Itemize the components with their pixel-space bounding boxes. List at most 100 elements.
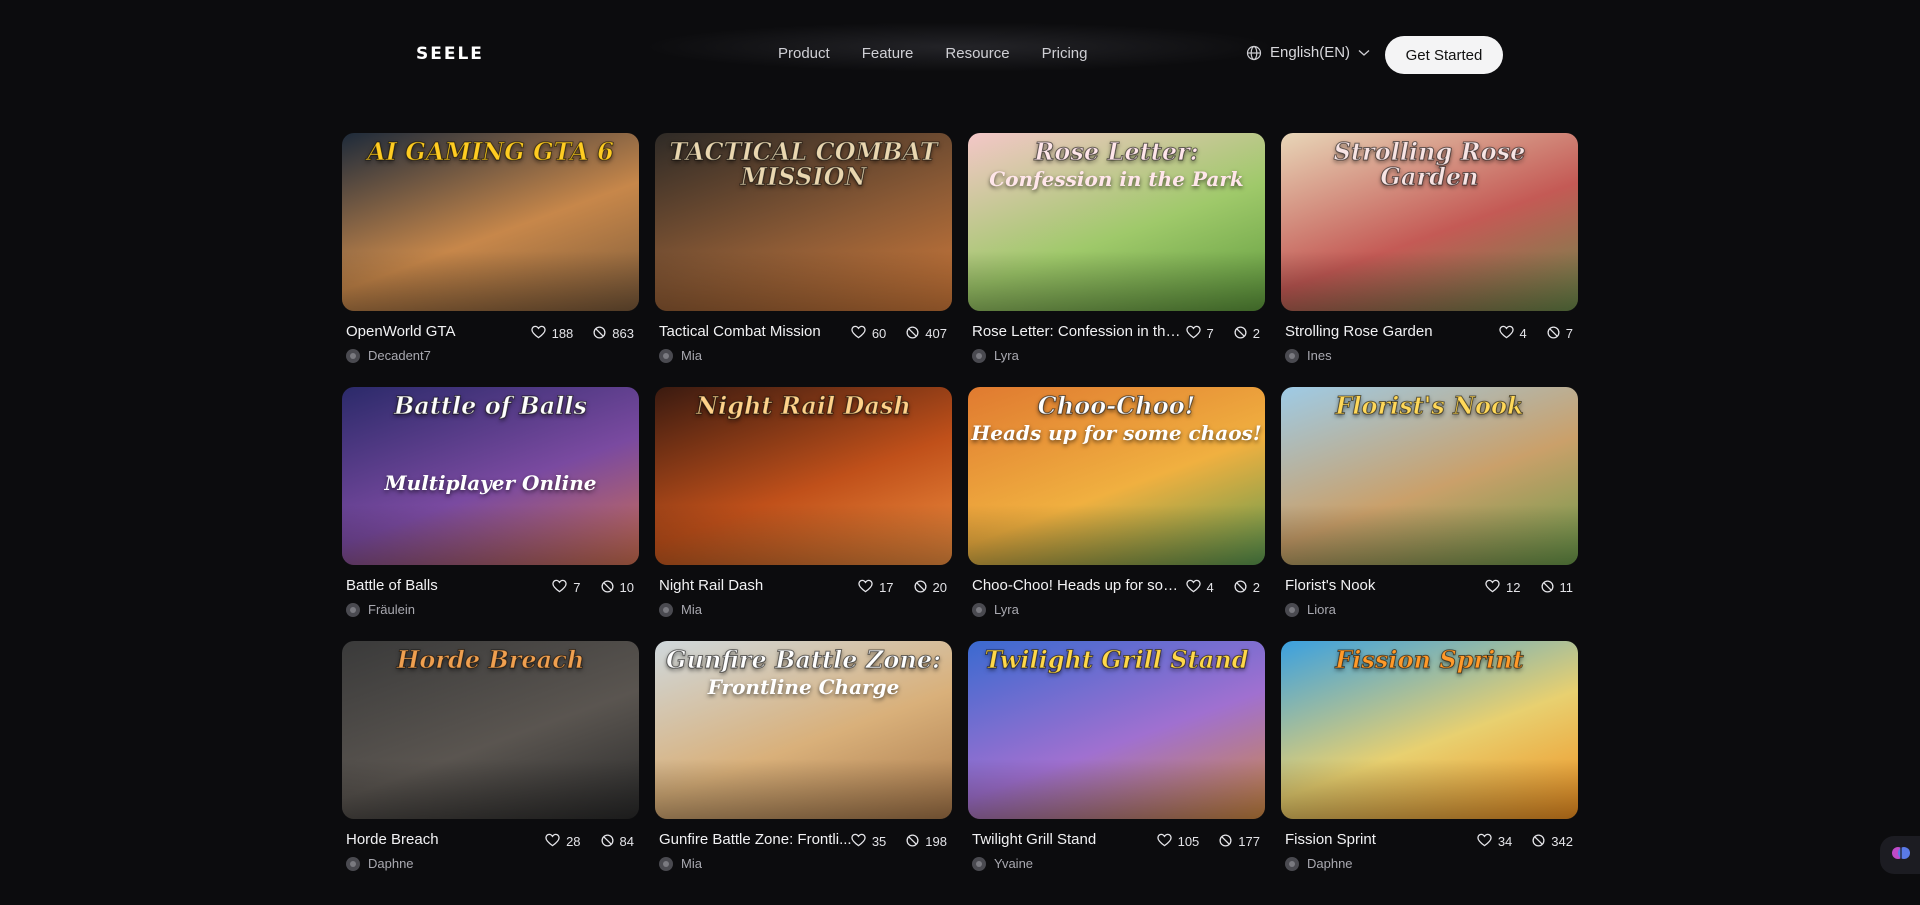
game-thumbnail[interactable]: Fission Sprint (1281, 641, 1578, 819)
game-author[interactable]: Decadent7 (346, 348, 634, 363)
game-meta: Fission Sprint Daphne 34 342 (1281, 819, 1578, 895)
heart-icon[interactable] (858, 579, 873, 596)
game-card[interactable]: Horde Breach Horde Breach Daphne 28 84 (342, 641, 639, 895)
get-started-button[interactable]: Get Started (1385, 36, 1503, 74)
game-title[interactable]: Tactical Combat Mission (659, 323, 869, 340)
heart-icon[interactable] (851, 833, 866, 850)
game-card[interactable]: TACTICAL COMBAT MISSION Tactical Combat … (655, 133, 952, 387)
language-selector[interactable]: English(EN) (1246, 44, 1370, 61)
author-name: Mia (681, 856, 702, 871)
game-stats: 7 2 (1185, 325, 1260, 342)
game-title[interactable]: Strolling Rose Garden (1285, 323, 1495, 340)
game-stats: 34 342 (1477, 833, 1573, 850)
game-title[interactable]: Horde Breach (346, 831, 556, 848)
play-count-icon (1532, 833, 1545, 850)
game-stats: 4 7 (1498, 325, 1573, 342)
game-stats: 35 198 (851, 833, 947, 850)
game-title[interactable]: Night Rail Dash (659, 577, 869, 594)
game-card[interactable]: Strolling Rose Garden Strolling Rose Gar… (1281, 133, 1578, 387)
game-title[interactable]: Choo-Choo! Heads up for som... (972, 577, 1182, 594)
game-card[interactable]: Choo-Choo! Heads up for some chaos! Choo… (968, 387, 1265, 641)
game-thumbnail[interactable]: Choo-Choo! Heads up for some chaos! (968, 387, 1265, 565)
nav-item-feature[interactable]: Feature (862, 45, 914, 62)
author-name: Lyra (994, 348, 1019, 363)
heart-icon[interactable] (851, 325, 866, 342)
game-meta: Tactical Combat Mission Mia 60 407 (655, 311, 952, 387)
play-count-icon (1219, 833, 1232, 850)
heart-icon[interactable] (530, 325, 546, 342)
heart-icon[interactable] (1185, 579, 1201, 596)
game-author[interactable]: Lyra (972, 602, 1260, 617)
play-count: 342 (1551, 834, 1573, 849)
play-count-icon (1234, 579, 1247, 596)
game-card[interactable]: Florist's Nook Florist's Nook Liora 12 1… (1281, 387, 1578, 641)
game-stats: 7 10 (552, 579, 634, 596)
game-title[interactable]: Rose Letter: Confession in the ... (972, 323, 1182, 340)
game-author[interactable]: Ines (1285, 348, 1573, 363)
avatar (1285, 602, 1299, 617)
game-thumbnail[interactable]: Night Rail Dash (655, 387, 952, 565)
game-card[interactable]: Battle of Balls Multiplayer Online Battl… (342, 387, 639, 641)
game-author[interactable]: Lyra (972, 348, 1260, 363)
game-author[interactable]: Liora (1285, 602, 1573, 617)
game-author[interactable]: Mia (659, 602, 947, 617)
avatar (972, 856, 986, 871)
game-thumbnail[interactable]: AI GAMING GTA 6 (342, 133, 639, 311)
game-thumbnail[interactable]: Horde Breach (342, 641, 639, 819)
game-title[interactable]: Twilight Grill Stand (972, 831, 1182, 848)
game-card[interactable]: Gunfire Battle Zone: Frontline Charge Gu… (655, 641, 952, 895)
game-author[interactable]: Mia (659, 348, 947, 363)
game-thumbnail[interactable]: Rose Letter: Confession in the Park (968, 133, 1265, 311)
game-author[interactable]: Daphne (1285, 856, 1573, 871)
assistant-widget-button[interactable] (1880, 836, 1920, 874)
top-header: SEELE Product Feature Resource Pricing E… (0, 0, 1920, 110)
heart-icon[interactable] (1498, 325, 1514, 342)
game-author[interactable]: Yvaine (972, 856, 1260, 871)
language-label: English(EN) (1270, 44, 1351, 61)
game-card[interactable]: Night Rail Dash Night Rail Dash Mia 17 2… (655, 387, 952, 641)
thumbnail-subtitle-text: Heads up for some chaos! (971, 421, 1262, 445)
game-title[interactable]: Fission Sprint (1285, 831, 1495, 848)
avatar (1285, 348, 1299, 363)
heart-icon[interactable] (1477, 833, 1492, 850)
nav-item-resource[interactable]: Resource (945, 45, 1009, 62)
game-card[interactable]: Fission Sprint Fission Sprint Daphne 34 … (1281, 641, 1578, 895)
game-thumbnail[interactable]: Battle of Balls Multiplayer Online (342, 387, 639, 565)
like-count: 17 (879, 580, 894, 595)
game-card[interactable]: AI GAMING GTA 6 OpenWorld GTA Decadent7 … (342, 133, 639, 387)
heart-icon[interactable] (545, 833, 560, 850)
play-count: 177 (1238, 834, 1260, 849)
game-thumbnail[interactable]: Strolling Rose Garden (1281, 133, 1578, 311)
author-name: Ines (1307, 348, 1332, 363)
game-author[interactable]: Fräulein (346, 602, 634, 617)
author-name: Mia (681, 348, 702, 363)
thumbnail-title-text: Florist's Nook (1335, 391, 1524, 420)
game-title[interactable]: Gunfire Battle Zone: Frontli... (659, 831, 869, 848)
heart-icon[interactable] (552, 579, 568, 596)
nav-item-product[interactable]: Product (778, 45, 830, 62)
like-count: 105 (1177, 834, 1200, 849)
play-count-icon (593, 325, 606, 342)
heart-icon[interactable] (1156, 833, 1172, 850)
game-meta: Night Rail Dash Mia 17 20 (655, 565, 952, 641)
game-thumbnail[interactable]: Twilight Grill Stand (968, 641, 1265, 819)
game-author[interactable]: Daphne (346, 856, 634, 871)
avatar (1285, 856, 1299, 871)
nav-item-pricing[interactable]: Pricing (1042, 45, 1088, 62)
author-name: Lyra (994, 602, 1019, 617)
game-thumbnail[interactable]: Florist's Nook (1281, 387, 1578, 565)
heart-icon[interactable] (1185, 325, 1201, 342)
game-thumbnail[interactable]: TACTICAL COMBAT MISSION (655, 133, 952, 311)
heart-icon[interactable] (1485, 579, 1500, 596)
game-thumbnail[interactable]: Gunfire Battle Zone: Frontline Charge (655, 641, 952, 819)
game-title[interactable]: Battle of Balls (346, 577, 556, 594)
game-card[interactable]: Rose Letter: Confession in the Park Rose… (968, 133, 1265, 387)
game-card[interactable]: Twilight Grill Stand Twilight Grill Stan… (968, 641, 1265, 895)
game-title[interactable]: Florist's Nook (1285, 577, 1495, 594)
author-name: Fräulein (368, 602, 415, 617)
game-author[interactable]: Mia (659, 856, 947, 871)
game-title[interactable]: OpenWorld GTA (346, 323, 556, 340)
game-meta: OpenWorld GTA Decadent7 188 863 (342, 311, 639, 387)
thumbnail-title-text: Strolling Rose Garden (1333, 137, 1526, 192)
seele-logo[interactable]: SEELE (416, 44, 484, 64)
